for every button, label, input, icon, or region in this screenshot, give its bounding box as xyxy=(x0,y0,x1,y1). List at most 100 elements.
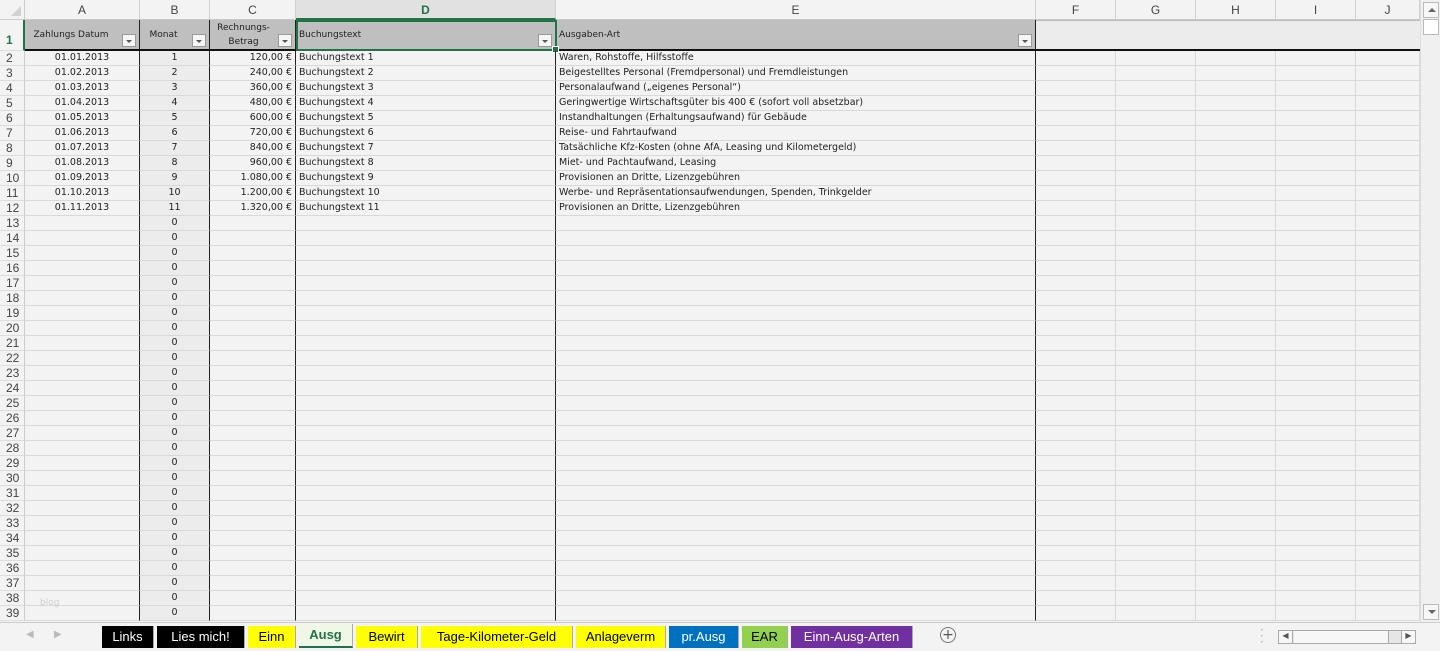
cell-empty[interactable] xyxy=(1116,186,1196,201)
cell-empty[interactable] xyxy=(1036,501,1116,516)
cell-monat[interactable]: 0 xyxy=(140,546,210,561)
cell-empty[interactable] xyxy=(1036,66,1116,81)
row-header[interactable]: 27 xyxy=(0,426,25,441)
cell-empty[interactable] xyxy=(1276,351,1356,366)
cell-datum[interactable]: 01.11.2013 xyxy=(25,201,140,216)
row-header[interactable]: 2 xyxy=(0,51,25,66)
header-cell-ausgaben-art[interactable]: Ausgaben-Art xyxy=(556,20,1036,51)
cell-datum[interactable] xyxy=(25,231,140,246)
cell-betrag[interactable] xyxy=(210,246,296,261)
cell-text[interactable] xyxy=(296,426,556,441)
cell-empty[interactable] xyxy=(1036,111,1116,126)
cell-empty[interactable] xyxy=(1196,456,1276,471)
cell-art[interactable] xyxy=(556,246,1036,261)
cell-betrag[interactable]: 720,00 € xyxy=(210,126,296,141)
row-header[interactable]: 8 xyxy=(0,141,25,156)
cell-art[interactable] xyxy=(556,336,1036,351)
cell-empty[interactable] xyxy=(1036,216,1116,231)
cell-empty[interactable] xyxy=(1196,111,1276,126)
cell-datum[interactable] xyxy=(25,336,140,351)
cell-text[interactable]: Buchungstext 8 xyxy=(296,156,556,171)
cell-empty[interactable] xyxy=(1276,336,1356,351)
cell-empty[interactable] xyxy=(1196,441,1276,456)
cell-empty[interactable] xyxy=(1356,411,1420,426)
cell-empty[interactable] xyxy=(1116,261,1196,276)
cell-empty[interactable] xyxy=(1356,486,1420,501)
cell-empty[interactable] xyxy=(1196,231,1276,246)
cell-empty[interactable] xyxy=(1356,561,1420,576)
cell-empty[interactable] xyxy=(1276,201,1356,216)
cell-datum[interactable] xyxy=(25,216,140,231)
cell-betrag[interactable]: 240,00 € xyxy=(210,66,296,81)
cell-empty[interactable] xyxy=(1356,66,1420,81)
cell-empty[interactable] xyxy=(1196,381,1276,396)
cell-empty[interactable] xyxy=(1116,96,1196,111)
cell-betrag[interactable] xyxy=(210,411,296,426)
cell-empty[interactable] xyxy=(1356,456,1420,471)
cell-empty[interactable] xyxy=(1036,201,1116,216)
cell-text[interactable] xyxy=(296,456,556,471)
cell-monat[interactable]: 0 xyxy=(140,276,210,291)
cell-text[interactable]: Buchungstext 3 xyxy=(296,81,556,96)
header-cell-buchungstext[interactable]: Buchungstext xyxy=(296,20,556,51)
cell-monat[interactable]: 0 xyxy=(140,351,210,366)
cell-empty[interactable] xyxy=(1356,516,1420,531)
cell-betrag[interactable] xyxy=(210,276,296,291)
cell-datum[interactable] xyxy=(25,546,140,561)
cell-empty[interactable] xyxy=(1196,96,1276,111)
cell-art[interactable]: Werbe- und Repräsentationsaufwendungen, … xyxy=(556,186,1036,201)
cell-art[interactable]: Provisionen an Dritte, Lizenzgebühren xyxy=(556,171,1036,186)
cell-text[interactable] xyxy=(296,261,556,276)
cell-text[interactable]: Buchungstext 1 xyxy=(296,51,556,66)
cell-monat[interactable]: 0 xyxy=(140,516,210,531)
cell-empty[interactable] xyxy=(1116,561,1196,576)
cell-text[interactable]: Buchungstext 11 xyxy=(296,201,556,216)
cell-empty[interactable] xyxy=(1196,591,1276,606)
cell-art[interactable] xyxy=(556,531,1036,546)
cell-text[interactable]: Buchungstext 6 xyxy=(296,126,556,141)
cell-text[interactable]: Buchungstext 4 xyxy=(296,96,556,111)
row-header[interactable]: 23 xyxy=(0,366,25,381)
spreadsheet-grid[interactable]: A B C D E F G H I J 1 Zahlungs Datum Monat Rechnungs-… xyxy=(0,0,1420,622)
cell-text[interactable] xyxy=(296,396,556,411)
cell-empty[interactable] xyxy=(1276,261,1356,276)
cell-empty[interactable] xyxy=(1116,216,1196,231)
cell-empty[interactable] xyxy=(1116,576,1196,591)
filter-dropdown-icon[interactable] xyxy=(538,34,552,47)
cell-datum[interactable] xyxy=(25,561,140,576)
cell-empty[interactable] xyxy=(1116,126,1196,141)
cell-datum[interactable] xyxy=(25,396,140,411)
cell-empty[interactable] xyxy=(1276,471,1356,486)
cell-betrag[interactable] xyxy=(210,471,296,486)
cell-datum[interactable] xyxy=(25,486,140,501)
cell-empty[interactable] xyxy=(1036,336,1116,351)
cell-empty[interactable] xyxy=(1036,51,1116,66)
cell-monat[interactable]: 0 xyxy=(140,231,210,246)
cell-betrag[interactable] xyxy=(210,546,296,561)
column-header-i[interactable]: I xyxy=(1276,0,1356,20)
cell-datum[interactable] xyxy=(25,321,140,336)
cell-empty[interactable] xyxy=(1276,546,1356,561)
cell-datum[interactable] xyxy=(25,501,140,516)
column-header-g[interactable]: G xyxy=(1116,0,1196,20)
row-header-1[interactable]: 1 xyxy=(0,20,25,51)
cell-empty[interactable] xyxy=(1276,441,1356,456)
column-header-f[interactable]: F xyxy=(1036,0,1116,20)
cell-empty[interactable] xyxy=(1116,381,1196,396)
cell-betrag[interactable]: 1.200,00 € xyxy=(210,186,296,201)
cell-empty[interactable] xyxy=(1276,111,1356,126)
cell-datum[interactable] xyxy=(25,366,140,381)
cell-empty[interactable] xyxy=(1116,336,1196,351)
cell-empty[interactable] xyxy=(1356,126,1420,141)
cell-datum[interactable]: 01.08.2013 xyxy=(25,156,140,171)
cell-text[interactable] xyxy=(296,231,556,246)
cell-empty[interactable] xyxy=(1036,396,1116,411)
cell-datum[interactable]: 01.09.2013 xyxy=(25,171,140,186)
cell-empty[interactable] xyxy=(1116,246,1196,261)
cell-empty[interactable] xyxy=(1196,321,1276,336)
cell-empty[interactable] xyxy=(1116,66,1196,81)
scroll-up-button[interactable] xyxy=(1423,2,1439,18)
sheet-tab-ausg[interactable]: Ausg xyxy=(299,624,353,648)
cell-betrag[interactable] xyxy=(210,291,296,306)
cell-empty[interactable] xyxy=(1356,321,1420,336)
